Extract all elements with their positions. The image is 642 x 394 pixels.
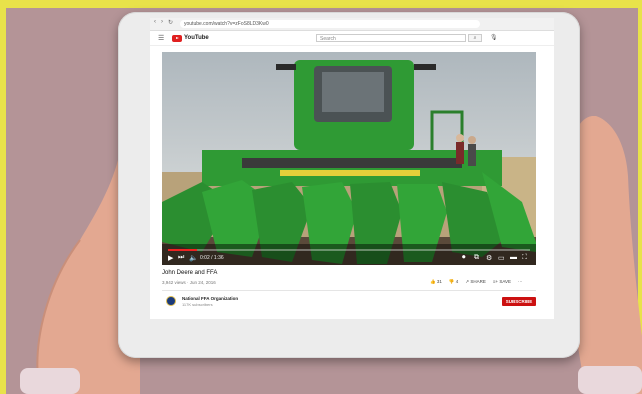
mic-icon[interactable]: 🎙 [490, 34, 498, 41]
subscriber-count: 117K subscribers [182, 302, 213, 307]
video-title: John Deere and FFA [162, 270, 218, 276]
video-timecode: 0:02 / 1:36 [200, 255, 224, 261]
like-count: 31 [436, 279, 442, 284]
youtube-header: ☰ YouTube Search ⌕ 🎙 [150, 31, 554, 46]
yellow-border-top [0, 0, 642, 8]
video-controls: ▶ ⏭ 🔈 0:02 / 1:36 ⏺ ⧉ ⚙ ▭ ▬ ⛶ [162, 252, 536, 265]
settings-icon[interactable]: ⚙ [486, 254, 492, 262]
fullscreen-icon[interactable]: ⛶ [522, 254, 527, 262]
search-icon[interactable]: ⌕ [468, 34, 482, 42]
captions-icon[interactable]: ⧉ [474, 254, 479, 262]
share-button[interactable]: ↗ SHARE [465, 279, 486, 285]
save-button[interactable]: ≡+ SAVE [493, 279, 511, 285]
channel-name[interactable]: National FFA Organization [182, 296, 238, 301]
channel-avatar[interactable] [166, 296, 176, 306]
youtube-play-icon [172, 34, 182, 42]
thumbs-up-icon: 👍 [430, 279, 436, 284]
dislike-count: 4 [455, 279, 459, 284]
video-progress-fill [168, 249, 197, 251]
browser-toolbar: ‹ › ↻ youtube.com/watch?v=zFoS8LD3Kw0 [150, 18, 554, 31]
dislike-button[interactable]: 👎 4 [449, 279, 458, 285]
volume-icon[interactable]: 🔈 [189, 254, 198, 262]
video-progress-bar[interactable] [168, 249, 530, 251]
video-frame-combine-harvester [162, 52, 536, 265]
theater-icon[interactable]: ▬ [510, 254, 517, 261]
miniplayer-icon[interactable]: ▭ [498, 254, 505, 262]
next-icon[interactable]: ⏭ [178, 254, 184, 262]
save-icon: ≡+ [492, 279, 499, 284]
play-icon[interactable]: ▶ [168, 254, 173, 262]
thumbs-down-icon: 👎 [448, 279, 455, 284]
divider [162, 290, 536, 291]
tablet-screen: ‹ › ↻ youtube.com/watch?v=zFoS8LD3Kw0 ☰ … [150, 18, 554, 319]
like-button[interactable]: 👍 31 [430, 279, 442, 285]
share-icon: ↗ [465, 279, 470, 284]
video-actions: 👍 31 👎 4 ↗ SHARE ≡+ SAVE ··· [430, 279, 523, 285]
search-input[interactable]: Search [316, 34, 466, 42]
autoplay-toggle[interactable]: ⏺ [462, 254, 466, 262]
share-label: SHARE [470, 279, 486, 284]
forward-icon[interactable]: › [161, 19, 163, 25]
video-player[interactable]: ▶ ⏭ 🔈 0:02 / 1:36 ⏺ ⧉ ⚙ ▭ ▬ ⛶ [162, 52, 536, 265]
save-label: SAVE [499, 279, 512, 284]
youtube-logo-text: YouTube [184, 35, 209, 41]
more-button[interactable]: ··· [518, 279, 523, 285]
address-bar[interactable]: youtube.com/watch?v=zFoS8LD3Kw0 [180, 20, 480, 28]
hamburger-icon[interactable]: ☰ [158, 34, 164, 42]
back-icon[interactable]: ‹ [154, 19, 156, 25]
video-meta: 3,942 views · Jun 24, 2016 [162, 280, 216, 285]
youtube-logo[interactable]: YouTube [172, 34, 209, 42]
subscribe-button[interactable]: SUBSCRIBE [502, 297, 536, 306]
reload-icon[interactable]: ↻ [168, 19, 173, 26]
